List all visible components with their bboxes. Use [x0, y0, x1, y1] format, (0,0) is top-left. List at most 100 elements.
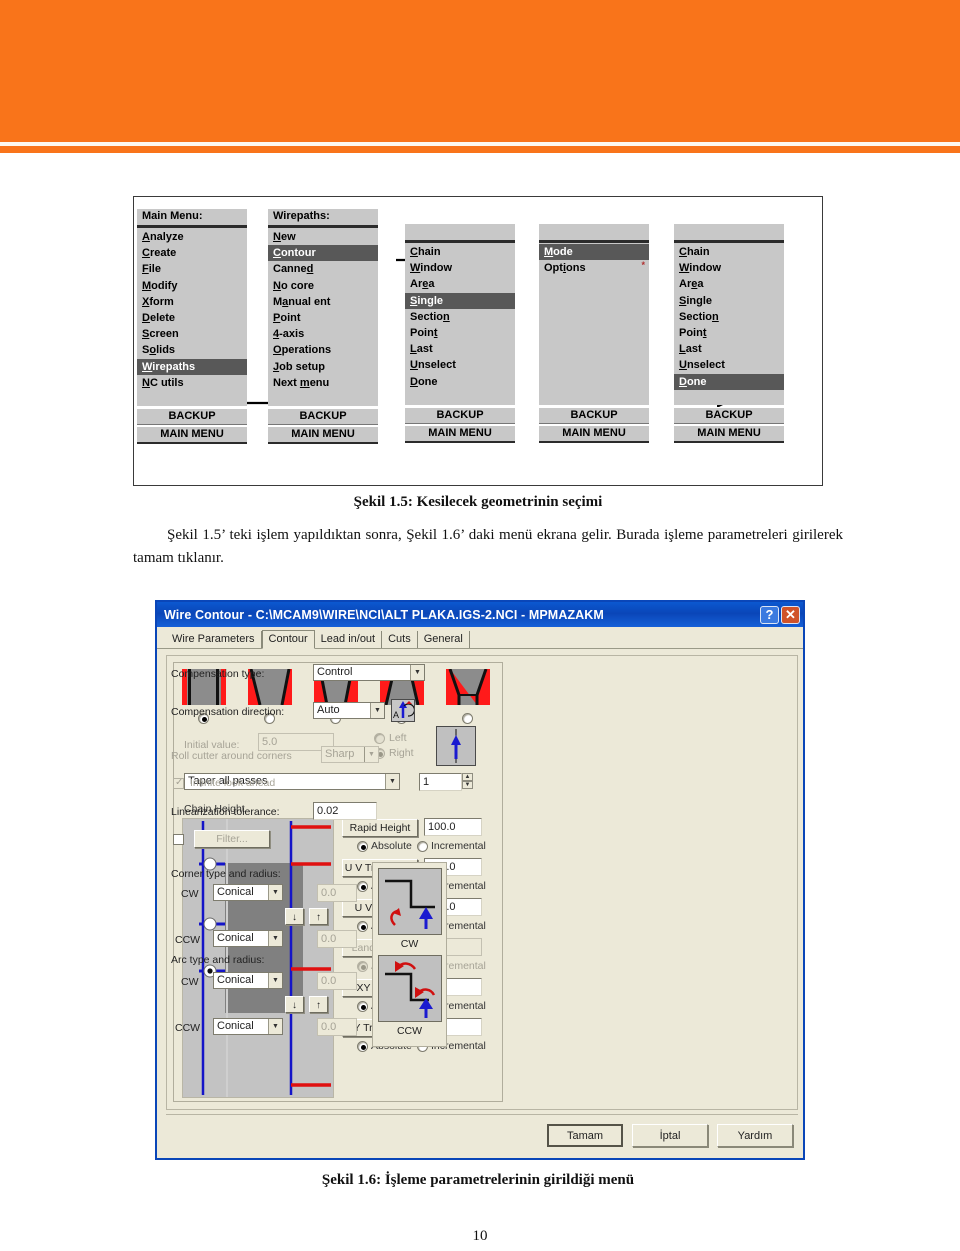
rapid-height-button[interactable]: Rapid Height — [342, 819, 418, 837]
menu-item-1-6[interactable]: 4-axis — [268, 326, 378, 342]
side-left-radio[interactable] — [374, 733, 385, 744]
menu-item-0-7[interactable]: Solids — [137, 342, 247, 358]
help-button[interactable]: Yardım — [717, 1124, 793, 1147]
uv-height-absolute-radio[interactable] — [357, 921, 368, 932]
menu-item-2-7[interactable]: Unselect — [405, 357, 515, 373]
menu-item-1-2[interactable]: Canned — [268, 261, 378, 277]
xy-trim-plane-absolute-radio[interactable] — [357, 1041, 368, 1052]
menu-item-4-1[interactable]: Window — [674, 260, 784, 276]
corner-copy-down-button[interactable]: ↓ — [285, 908, 304, 925]
menu-column-body-3: Mode * Options — [539, 243, 649, 405]
corner-ccw-combo[interactable]: Conical ▼ — [213, 930, 283, 947]
pass-count-field[interactable]: 1 — [419, 773, 462, 791]
menu-item-4-2[interactable]: Area — [674, 276, 784, 292]
menu-item-3-0[interactable]: Mode — [539, 244, 649, 261]
compensation-direction-icon-button[interactable]: A — [391, 699, 416, 722]
menu-column-body-0: Analyze Create File Modify Xform Delete Screen… — [137, 228, 247, 406]
menu-item-0-6[interactable]: Screen — [137, 326, 247, 342]
menu-item-2-8[interactable]: Done — [405, 374, 515, 390]
uv-trim-plane-absolute-radio[interactable] — [357, 881, 368, 892]
chevron-down-icon: ▼ — [268, 973, 282, 988]
rapid-height-absolute-radio[interactable] — [357, 841, 368, 852]
close-icon[interactable]: ✕ — [781, 605, 800, 624]
rapid-height-field[interactable]: 100.0 — [424, 818, 482, 836]
menu-item-0-9[interactable]: NC utils — [137, 375, 247, 391]
menu-item-2-2[interactable]: Area — [405, 276, 515, 292]
menu-item-2-0[interactable]: Chain — [405, 244, 515, 260]
spinner-up-icon[interactable]: ▲ — [462, 773, 473, 781]
tab-cuts[interactable]: Cuts — [382, 631, 418, 648]
menu-item-1-7[interactable]: Operations — [268, 342, 378, 358]
menu-item-0-4[interactable]: Xform — [137, 294, 247, 310]
spinner-down-icon[interactable]: ▼ — [462, 781, 473, 789]
menu-backup-button-4[interactable]: BACKUP — [674, 407, 784, 424]
taper-radio-4[interactable] — [462, 713, 473, 724]
arc-copy-up-button[interactable]: ↑ — [309, 996, 328, 1013]
menu-item-4-0[interactable]: Chain — [674, 244, 784, 260]
menu-item-4-3[interactable]: Single — [674, 293, 784, 309]
menu-item-2-3[interactable]: Single — [405, 292, 515, 309]
menu-item-2-1[interactable]: Window — [405, 260, 515, 276]
menu-item-1-9[interactable]: Next menu — [268, 375, 378, 391]
ok-button[interactable]: Tamam — [547, 1124, 623, 1147]
tab-lead-in-out[interactable]: Lead in/out — [315, 631, 383, 648]
menu-item-0-2[interactable]: File — [137, 261, 247, 277]
menu-backup-button-0[interactable]: BACKUP — [137, 408, 247, 425]
dialog-titlebar[interactable]: Wire Contour - C:\MCAM9\WIRE\NCI\ALT PLA… — [157, 602, 803, 627]
arrow-up-icon: ↑ — [316, 912, 321, 923]
rapid-height-incremental-radio[interactable] — [417, 841, 428, 852]
corner-cw-combo[interactable]: Conical ▼ — [213, 884, 283, 901]
tab-wire-parameters[interactable]: Wire Parameters — [166, 631, 262, 648]
compensation-direction-combo[interactable]: Auto ▼ — [313, 702, 385, 719]
menu-item-0-3[interactable]: Modify — [137, 278, 247, 294]
menu-item-4-4[interactable]: Section — [674, 309, 784, 325]
menu-item-4-7[interactable]: Unselect — [674, 357, 784, 373]
tab-general[interactable]: General — [418, 631, 470, 648]
menu-backup-button-3[interactable]: BACKUP — [539, 407, 649, 424]
menu-item-1-1[interactable]: Contour — [268, 245, 378, 262]
menu-column-body-1: New Contour Canned No core Manual ent Point 4-… — [268, 228, 378, 406]
menu-item-2-4[interactable]: Section — [405, 309, 515, 325]
xy-height-absolute-radio[interactable] — [357, 1001, 368, 1012]
cancel-button[interactable]: İptal — [632, 1124, 708, 1147]
taper-icon-taper-trapezoid[interactable] — [446, 669, 490, 705]
menu-item-4-5[interactable]: Point — [674, 325, 784, 341]
menu-backup-button-2[interactable]: BACKUP — [405, 407, 515, 424]
filter-checkbox[interactable] — [173, 834, 184, 845]
ccw-preview-image — [378, 955, 442, 1022]
menu-item-0-1[interactable]: Create — [137, 245, 247, 261]
menu-item-1-0[interactable]: New — [268, 229, 378, 245]
tab-contour[interactable]: Contour — [261, 630, 315, 649]
menu-item-1-4[interactable]: Manual ent — [268, 294, 378, 310]
taper-direction-preview[interactable] — [436, 726, 476, 766]
menu-item-2-6[interactable]: Last — [405, 341, 515, 357]
arc-ccw-combo[interactable]: Conical ▼ — [213, 1018, 283, 1035]
menu-item-0-5[interactable]: Delete — [137, 310, 247, 326]
corner-copy-up-button[interactable]: ↑ — [309, 908, 328, 925]
menu-backup-button-1[interactable]: BACKUP — [268, 408, 378, 425]
menu-item-1-8[interactable]: Job setup — [268, 359, 378, 375]
menu-item-0-8[interactable]: Wirepaths — [137, 358, 247, 375]
menu-mainmenu-button-1[interactable]: MAIN MENU — [268, 426, 378, 444]
menu-mainmenu-button-2[interactable]: MAIN MENU — [405, 425, 515, 443]
compensation-type-combo[interactable]: Control ▼ — [313, 664, 425, 681]
menu-mainmenu-button-0[interactable]: MAIN MENU — [137, 426, 247, 444]
cw-preview-caption: CW — [400, 938, 419, 950]
help-icon[interactable]: ? — [760, 605, 779, 624]
arc-copy-down-button[interactable]: ↓ — [285, 996, 304, 1013]
figure-1-5-caption: Şekil 1.5: Kesilecek geometrinin seçimi — [353, 494, 603, 510]
menu-item-4-8[interactable]: Done — [674, 373, 784, 390]
menu-item-0-0[interactable]: Analyze — [137, 229, 247, 245]
menu-item-3-1[interactable]: * Options — [539, 260, 649, 276]
menu-item-4-6[interactable]: Last — [674, 341, 784, 357]
arc-cw-combo[interactable]: Conical ▼ — [213, 972, 283, 989]
linearization-tolerance-field[interactable]: 0.02 — [313, 802, 377, 820]
menu-mainmenu-button-3[interactable]: MAIN MENU — [539, 425, 649, 443]
pass-count-spinner[interactable]: ▲ ▼ — [462, 773, 473, 789]
menu-item-1-3[interactable]: No core — [268, 278, 378, 294]
menu-item-1-5[interactable]: Point — [268, 310, 378, 326]
arc-ccw-label: CCW — [175, 1022, 201, 1034]
menu-item-2-5[interactable]: Point — [405, 325, 515, 341]
menu-mainmenu-button-4[interactable]: MAIN MENU — [674, 425, 784, 443]
menu-column-title-2 — [405, 224, 515, 243]
